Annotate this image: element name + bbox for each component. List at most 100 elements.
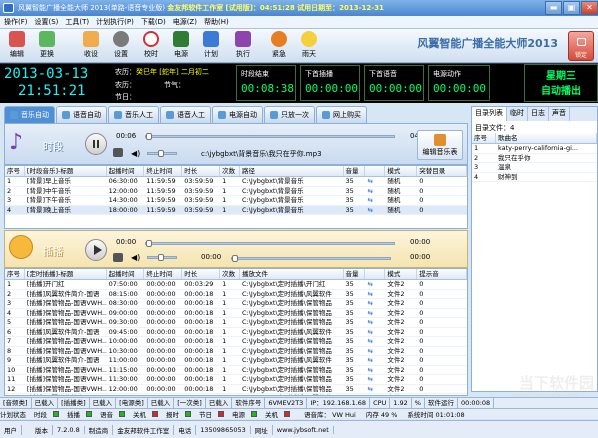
- maximize-button[interactable]: ▣: [563, 1, 580, 15]
- insert-cell: C:\Jybgbxt\定时插播\保管物品: [242, 299, 332, 307]
- insert-row[interactable]: 6 [插播]风翼软件简介-国语 09:45:00 00:00:00 00:00:18 1 C…: [5, 327, 467, 337]
- replace-button[interactable]: 更换: [34, 31, 60, 61]
- insert-cell: 09:30:00: [108, 318, 138, 326]
- music-cell: 11:59:59: [146, 196, 176, 204]
- directory-row[interactable]: 1 katy-perry-california-gi...: [472, 144, 597, 154]
- tab-log[interactable]: 日志: [528, 107, 549, 121]
- insert-row[interactable]: 8 [插播]保管物品-国语VWH... 10:30:00 00:00:00 00:00:…: [5, 347, 467, 356]
- insert-row[interactable]: 12 [插播]保管物品-国语VWH... 12:00:00 00:00:00 00:00…: [5, 384, 467, 394]
- tab-play-once[interactable]: 只放一次: [264, 106, 315, 123]
- insert-cell: 文件2: [387, 318, 405, 326]
- menu-operate[interactable]: 操作(F): [4, 17, 28, 27]
- insert-cell: C:\Jybgbxt\定时插播\风翼软件: [242, 289, 332, 298]
- menu-help[interactable]: 帮助(H): [204, 17, 229, 27]
- speaker-icon[interactable]: ◀): [131, 149, 140, 158]
- shuffle-icon: ⇆: [367, 280, 373, 288]
- play-button[interactable]: [85, 239, 107, 261]
- insert-row[interactable]: 9 [插播]风翼软件简介-国语 11:00:00 00:00:00 00:00:18 1 C…: [5, 356, 467, 366]
- tab-voice-manual[interactable]: 语音人工: [160, 106, 211, 123]
- insert-cell: 00:00:18: [184, 318, 214, 326]
- insert-secondary-bar[interactable]: [231, 255, 391, 262]
- info-item: 版本: [31, 424, 53, 435]
- insert-cell: 00:00:00: [146, 308, 176, 317]
- plan-button[interactable]: 计划: [198, 31, 224, 61]
- menu-tools[interactable]: 工具(T): [65, 17, 89, 27]
- directory-row[interactable]: 2 我只在乎你: [472, 154, 597, 163]
- tab-online-buy[interactable]: 网上购买: [316, 106, 367, 123]
- directory-cell: 1: [474, 144, 479, 152]
- edit-button[interactable]: 编辑: [4, 31, 30, 61]
- receive-button[interactable]: 收设: [78, 31, 104, 61]
- insert-cell: 0: [419, 375, 424, 383]
- current-date: 2013-03-13: [4, 66, 89, 82]
- insert-row[interactable]: 4 [插播]保管物品-国语VWH... 09:00:00 00:00:00 00:00:…: [5, 308, 467, 318]
- music-row[interactable]: 1 [背景]早上音乐 06:30:00 11:59:59 03:59:59 1 C:\Jyb…: [5, 177, 467, 187]
- music-row[interactable]: 4 [背景]晚上音乐 18:00:00 11:59:59 03:59:59 1 C:\Jyb…: [5, 205, 467, 215]
- settings-button[interactable]: 设置: [108, 31, 134, 61]
- alarm-icon: [271, 31, 287, 47]
- music-cell: 0: [419, 177, 424, 185]
- insert-progress-bar[interactable]: [145, 240, 395, 247]
- status-led-icon: [53, 411, 59, 417]
- insert-cell: 35: [345, 365, 354, 374]
- insert-row[interactable]: 1 [插播]开门红 07:50:00 00:00:00 00:03:29 1 C:\Jybg…: [5, 280, 467, 290]
- tab-temp[interactable]: 临时: [507, 107, 528, 121]
- insert-row[interactable]: 5 [插播]保管物品-国语VWH... 09:30:00 00:00:00 00:00:…: [5, 318, 467, 328]
- power-button[interactable]: 电源: [168, 31, 194, 61]
- emergency-button[interactable]: 紧急: [266, 31, 292, 61]
- menu-plan[interactable]: 计划执行(P): [96, 17, 134, 27]
- insert-cell: [插播]保管物品-国语VWH...: [26, 365, 107, 374]
- volume-slider[interactable]: [147, 150, 177, 157]
- insert-cell: 35: [345, 375, 354, 383]
- insert-cell: 11:00:00: [108, 356, 138, 364]
- edit-music-list-button[interactable]: 编辑音乐表: [417, 130, 463, 160]
- insert-row[interactable]: 7 [插播]保管物品-国语VWH... 10:00:00 00:00:00 00:00:…: [5, 337, 467, 347]
- music-note-icon: ♪: [9, 130, 24, 155]
- insert-cell: 00:00:00: [146, 299, 176, 307]
- rainy-day-button[interactable]: 雨天: [296, 31, 322, 61]
- pause-button[interactable]: [85, 133, 107, 155]
- directory-row[interactable]: 3 温泉: [472, 163, 597, 173]
- menu-download[interactable]: 下载(D): [141, 17, 166, 27]
- tab-directory-list[interactable]: 目录列表: [472, 107, 507, 121]
- directory-row[interactable]: 4 财神到: [472, 173, 597, 182]
- music-cell: 35: [345, 196, 354, 204]
- music-row[interactable]: 3 [背景]下午音乐 14:30:00 11:59:59 03:59:59 1 C:\Jyb…: [5, 196, 467, 206]
- menu-power[interactable]: 电源(Z): [173, 17, 197, 27]
- shuffle-icon: ⇆: [367, 177, 373, 185]
- tab-music-auto[interactable]: 音乐自动: [4, 106, 55, 123]
- close-button[interactable]: ✕: [581, 1, 598, 15]
- insert-row[interactable]: 11 [插播]保管物品-国语VWH... 11:30:00 00:00:00 00:00…: [5, 375, 467, 385]
- insert-cell: 0: [419, 384, 424, 393]
- menu-settings[interactable]: 设置(S): [35, 17, 59, 27]
- insert-row[interactable]: 3 [插播]保管物品-国语VWH... 08:30:00 00:00:00 00:00:…: [5, 299, 467, 309]
- shuffle-icon: ⇆: [367, 318, 373, 326]
- sync-time-button[interactable]: 校时: [138, 31, 164, 61]
- progress-knob[interactable]: [146, 133, 152, 140]
- minimize-button[interactable]: ▬: [545, 1, 562, 15]
- execute-button[interactable]: 执行: [230, 31, 256, 61]
- insert-volume-slider[interactable]: [147, 254, 177, 261]
- stop-icon[interactable]: [113, 148, 123, 157]
- tab-voice-auto[interactable]: 语音自动: [56, 106, 107, 123]
- insert-row[interactable]: 13[插播]风翼软件简介-国语12:30:0000:00:0000:00:181…: [5, 394, 467, 395]
- insert-row[interactable]: 2 [插播]风翼软件简介-国语 08:15:00 00:00:00 00:00:18 1 C…: [5, 289, 467, 299]
- lock-button[interactable]: 锁定: [568, 31, 594, 61]
- music-row[interactable]: 2 [背景]中午音乐 12:00:00 11:59:59 03:59:59 1 C:\Jyb…: [5, 187, 467, 196]
- tab-music-manual[interactable]: 音乐人工: [108, 106, 159, 123]
- insert-cell: 00:00:18: [184, 289, 214, 298]
- insert-cell: [插播]风翼软件简介-国语: [26, 327, 100, 336]
- insert-cell: [插播]保管物品-国语VWH...: [26, 375, 107, 383]
- music-progress-bar[interactable]: [145, 133, 395, 140]
- plan-status-item: 关机: [133, 409, 162, 419]
- insert-cell: 1: [222, 318, 227, 326]
- tab-power-auto[interactable]: 电源自动: [212, 106, 263, 123]
- directory-count: 目录文件：4: [475, 124, 515, 132]
- edit-icon: [9, 31, 25, 47]
- tab-sound[interactable]: 声音: [549, 107, 570, 121]
- insert-row[interactable]: 10 [插播]保管物品-国语VWH... 11:15:00 00:00:00 00:00…: [5, 365, 467, 375]
- insert-speaker-icon[interactable]: ◀): [131, 253, 140, 262]
- status-bar-2: 计划状态 时段 插播 语音 关机 报时 节日 电源 关机 语音库： VW Hui 内存 49 % 系统…: [0, 408, 598, 419]
- insert-cell: 文件2: [387, 337, 405, 345]
- insert-stop-icon[interactable]: [113, 253, 123, 262]
